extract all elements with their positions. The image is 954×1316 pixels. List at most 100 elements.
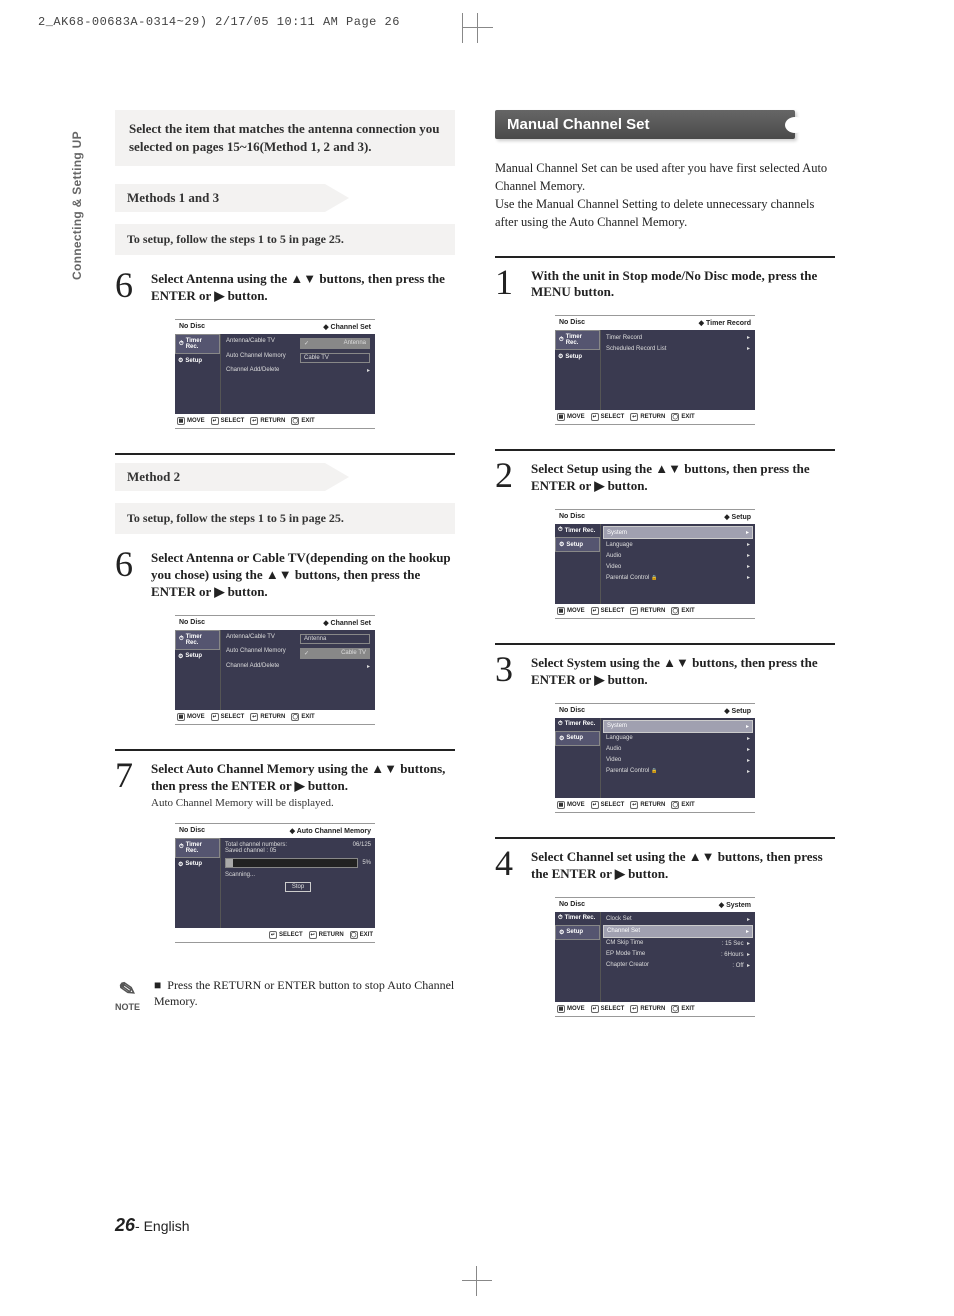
step-number: 1 <box>495 266 523 298</box>
chevron-right-icon: ▸ <box>747 541 750 548</box>
osd-title-right: ◆ Channel Set <box>323 323 371 331</box>
chevron-right-icon: ▸ <box>746 928 749 935</box>
osd-row-value: Antenna <box>300 634 370 644</box>
chevron-right-icon: ▸ <box>747 916 750 923</box>
print-header: 2_AK68-00683A-0314~29) 2/17/05 10:11 AM … <box>38 15 400 29</box>
divider <box>495 449 835 451</box>
step-7: 7 Select Auto Channel Memory using the ▲… <box>115 759 455 809</box>
osd-menu-item: Clock Set <box>606 916 632 922</box>
osd-total-label: Total channel numbers: <box>225 842 287 848</box>
divider <box>495 837 835 839</box>
osd-side-setup: ⚙Setup <box>175 354 220 367</box>
osd-menu-item: Language <box>606 735 633 741</box>
step-text: Select Channel set using the ▲▼ buttons,… <box>531 847 835 883</box>
osd-side-setup: ⚙Setup <box>175 650 220 663</box>
step-number: 7 <box>115 759 143 791</box>
osd-title-left: No Disc <box>179 827 205 835</box>
osd-title-right: ◆ Setup <box>724 707 751 715</box>
osd-row-label: Antenna/Cable TV <box>226 634 296 644</box>
step-number: 6 <box>115 548 143 580</box>
osd-menu-item: Parental Control 🔒 <box>606 768 657 774</box>
chevron-right-icon: ▸ <box>367 664 370 670</box>
osd-side-timer: ⏱Timer Rec. <box>175 334 220 354</box>
osd-side-setup: ⚙Setup <box>555 731 600 746</box>
step-1: 1 With the unit in Stop mode/No Disc mod… <box>495 266 835 302</box>
step-6a: 6 Select Antenna using the ▲▼ buttons, t… <box>115 269 455 305</box>
osd-value: : Off ▸ <box>732 962 750 969</box>
method-2-label: Method 2 <box>115 463 325 491</box>
osd-value: : 15 Sec ▸ <box>722 940 750 947</box>
osd-title-left: No Disc <box>179 323 205 331</box>
osd-title-right: ◆ Timer Record <box>699 319 751 327</box>
divider <box>495 256 835 258</box>
pencil-icon: ✎ <box>113 975 142 1004</box>
osd-timer-record: No Disc ◆ Timer Record ⏱Timer Rec. ⚙Setu… <box>555 315 755 425</box>
step-4: 4 Select Channel set using the ▲▼ button… <box>495 847 835 883</box>
osd-row-value: Cable TV <box>300 353 370 363</box>
osd-title-left: No Disc <box>559 319 585 327</box>
note-row: ✎ NOTE ■Press the RETURN or ENTER button… <box>115 977 455 1012</box>
osd-footer: ▦MOVE ↵SELECT ↩RETURN ◯EXIT <box>555 1002 755 1017</box>
side-tab: Connecting & Setting UP <box>70 131 84 280</box>
chevron-right-icon: ▸ <box>746 723 749 730</box>
chevron-right-icon: ▸ <box>746 529 749 536</box>
osd-title-left: No Disc <box>559 707 585 715</box>
osd-title-right: ◆ Channel Set <box>323 619 371 627</box>
page-footer: 26- English <box>115 1215 190 1236</box>
osd-side-timer: ⏱Timer Rec. <box>175 630 220 650</box>
step-text: With the unit in Stop mode/No Disc mode,… <box>531 266 835 302</box>
osd-footer: ▦MOVE ↵SELECT ↩RETURN ◯EXIT <box>175 710 375 725</box>
osd-menu-item: Audio <box>606 553 621 559</box>
chevron-right-icon: ▸ <box>747 552 750 559</box>
chevron-right-icon: ▸ <box>747 735 750 742</box>
osd-title-right: ◆ Setup <box>724 513 751 521</box>
step-text: Select Antenna using the ▲▼ buttons, the… <box>151 269 455 305</box>
right-column: Manual Channel Set Manual Channel Set ca… <box>495 110 835 1031</box>
step-2: 2 Select Setup using the ▲▼ buttons, the… <box>495 459 835 495</box>
chevron-right-icon: ▸ <box>747 345 750 352</box>
paragraph: Manual Channel Set can be used after you… <box>495 159 835 232</box>
osd-menu-item: Video <box>606 757 621 763</box>
osd-footer: ↵SELECT ↩RETURN ◯EXIT <box>175 928 375 943</box>
osd-channel-set-2: No Disc ◆ Channel Set ⏱Timer Rec. ⚙Setup… <box>175 615 375 725</box>
osd-system-menu: No Disc ◆ System ⏱Timer Rec. ⚙Setup Cloc… <box>555 897 755 1017</box>
osd-footer: ▦MOVE ↵SELECT ↩RETURN ◯EXIT <box>555 798 755 813</box>
osd-menu-item: Parental Control 🔒 <box>606 575 657 581</box>
divider <box>115 749 455 751</box>
divider <box>495 643 835 645</box>
osd-title-left: No Disc <box>179 619 205 627</box>
intro-box: Select the item that matches the antenna… <box>115 110 455 166</box>
chevron-right-icon: ▸ <box>747 757 750 764</box>
osd-percent: 5% <box>362 860 371 866</box>
chevron-right-icon: ▸ <box>747 768 750 775</box>
lock-icon: 🔒 <box>651 575 657 581</box>
setup-note-1: To setup, follow the steps 1 to 5 in pag… <box>115 224 455 255</box>
osd-menu-item: Language <box>606 542 633 548</box>
step-number: 2 <box>495 459 523 491</box>
osd-side-timer: ⏱Timer Rec. <box>555 912 600 925</box>
osd-value: : 6Hours ▸ <box>721 951 750 958</box>
osd-side-timer: ⏱Timer Rec. <box>555 524 600 537</box>
divider <box>115 453 455 455</box>
osd-menu-item: Chapter Creator <box>606 962 649 968</box>
osd-menu-item: Video <box>606 564 621 570</box>
chevron-right-icon: ▸ <box>747 574 750 581</box>
osd-side-setup: ⚙Setup <box>555 537 600 552</box>
osd-side-setup: ⚙Setup <box>175 858 220 871</box>
chevron-right-icon: ▸ <box>747 746 750 753</box>
note-text: ■Press the RETURN or ENTER button to sto… <box>154 977 455 1011</box>
osd-channel-set-1: No Disc ◆ Channel Set ⏱Timer Rec. ⚙Setup… <box>175 319 375 429</box>
chevron-right-icon: ▸ <box>747 563 750 570</box>
osd-title-right: ◆ System <box>719 901 751 909</box>
osd-menu-item: Channel Set <box>607 928 640 934</box>
osd-side-setup: ⚙Setup <box>555 350 600 363</box>
osd-side-timer: ⏱Timer Rec. <box>555 330 600 350</box>
osd-menu-item: System <box>607 723 627 729</box>
osd-setup-menu-2: No Disc ◆ Setup ⏱Timer Rec. ⚙Setup Syste… <box>555 703 755 813</box>
step-3: 3 Select System using the ▲▼ buttons, th… <box>495 653 835 689</box>
osd-footer: ▦MOVE ↵SELECT ↩RETURN ◯EXIT <box>175 414 375 429</box>
osd-row-value: ✓ Antenna <box>300 338 370 349</box>
osd-title-right: ◆ Auto Channel Memory <box>290 827 371 835</box>
osd-title-left: No Disc <box>559 513 585 521</box>
page-content: Select the item that matches the antenna… <box>115 110 835 1031</box>
